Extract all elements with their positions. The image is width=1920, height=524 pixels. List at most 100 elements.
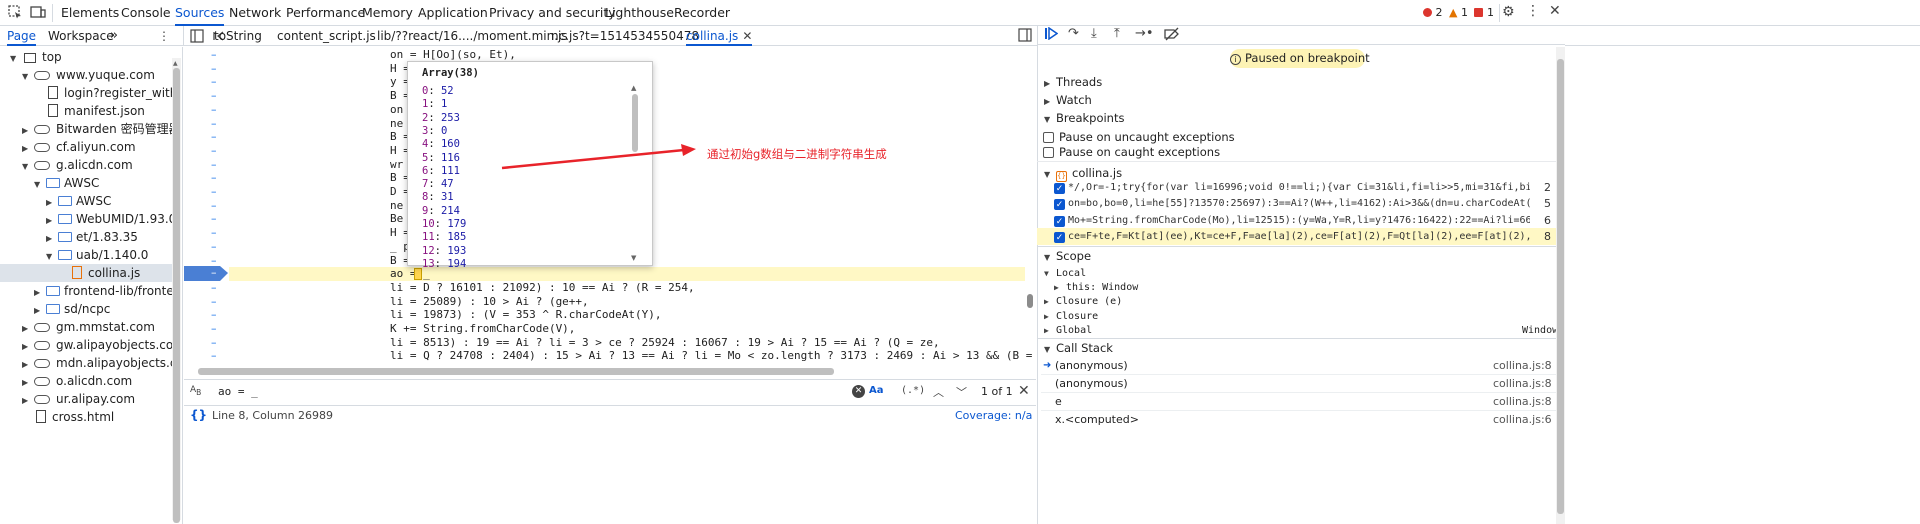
tree-toggle-icon[interactable]: ▶ (22, 122, 34, 138)
tree-toggle-icon[interactable]: ▶ (22, 320, 34, 336)
tree-toggle-icon[interactable]: ▼ (46, 248, 58, 264)
tab-console[interactable]: Console (121, 0, 171, 26)
call-frame[interactable]: e collina.js:8 (1041, 393, 1557, 411)
array-entry[interactable]: 12: 193 (422, 245, 466, 258)
breakpoints-section[interactable]: ▼ Breakpoints (1044, 109, 1124, 127)
breakpoint-marker[interactable]: – (184, 266, 228, 281)
array-entry[interactable]: 5: 116 (422, 152, 460, 165)
step-over-icon[interactable]: ↷ (1068, 26, 1079, 41)
tree-item[interactable]: ▼ AWSC (0, 174, 172, 192)
close-tab-icon[interactable]: ✕ (742, 29, 752, 43)
close-search-icon[interactable]: ✕ (1018, 383, 1030, 399)
array-entry[interactable]: 1: 1 (422, 98, 447, 111)
tree-item[interactable]: ▶ cf.aliyun.com (0, 138, 172, 156)
toggle-navigator-icon[interactable] (190, 29, 204, 43)
breakpoint-checkbox[interactable]: ✓ (1054, 199, 1065, 211)
call-frame[interactable]: ➜ (anonymous) collina.js:8 (1041, 357, 1557, 375)
tab-lighthouse[interactable]: Lighthouse (605, 0, 674, 26)
tree-item[interactable]: ▼ top (0, 48, 172, 66)
breakpoint-code[interactable]: on=bo,bo=0,li=he[55]?13570:25697):3==Ai?… (1068, 196, 1530, 212)
breakpoint-code[interactable]: Mo+=String.fromCharCode(Mo),li=12515):(y… (1068, 213, 1530, 229)
file-tab[interactable]: nc.js?t=1514534550478 (551, 26, 699, 46)
previous-match-icon[interactable]: ︿ (933, 384, 944, 400)
tree-toggle-icon[interactable]: ▶ (46, 212, 58, 228)
tree-toggle-icon[interactable]: ▶ (34, 302, 46, 318)
deactivate-breakpoints-icon[interactable] (1164, 27, 1180, 41)
navigator-scrollbar[interactable]: ▲ (172, 58, 181, 523)
pause-caught-option[interactable]: Pause on caught exceptions (1043, 143, 1220, 161)
tree-toggle-icon[interactable]: ▶ (46, 230, 58, 246)
replace-toggle-icon[interactable]: AB (190, 385, 201, 397)
scrollbar-thumb[interactable] (1557, 59, 1564, 514)
tree-toggle-icon[interactable]: ▶ (22, 374, 34, 390)
array-entry[interactable]: 9: 214 (422, 205, 460, 218)
tree-item[interactable]: ▼ uab/1.140.0 (0, 246, 172, 264)
checkbox[interactable] (1043, 147, 1054, 158)
tree-item[interactable]: ▶ gm.mmstat.com (0, 318, 172, 336)
array-entry[interactable]: 8: 31 (422, 191, 454, 204)
array-entry[interactable]: 3: 0 (422, 125, 447, 138)
regex-button[interactable]: (.*) (901, 385, 925, 396)
scrollbar-thumb[interactable] (1027, 294, 1033, 308)
tree-item[interactable]: ▶ WebUMID/1.93.0 (0, 210, 172, 228)
tab-application[interactable]: Application (418, 0, 488, 26)
file-tab[interactable]: collina.js ✕ (686, 26, 753, 46)
array-entry[interactable]: 7: 47 (422, 178, 454, 191)
array-entry[interactable]: 11: 185 (422, 231, 466, 244)
settings-gear-icon[interactable]: ⚙ (1502, 4, 1515, 20)
next-match-icon[interactable]: ﹀ (956, 384, 967, 400)
resume-icon[interactable] (1044, 26, 1059, 41)
call-frame[interactable]: (anonymous) collina.js:8 (1041, 375, 1557, 393)
array-entry[interactable]: 10: 179 (422, 218, 466, 231)
file-tab[interactable]: toString (214, 26, 262, 46)
tab-network[interactable]: Network (229, 0, 281, 26)
scope-section[interactable]: ▼ Scope (1044, 247, 1091, 265)
tree-toggle-icon[interactable]: ▶ (22, 338, 34, 354)
array-entry[interactable]: 6: 111 (422, 165, 460, 178)
close-devtools-icon[interactable]: ✕ (1549, 3, 1561, 19)
breakpoint-code[interactable]: */,Or=-1;try{for(var li=16996;void 0!==l… (1068, 180, 1530, 196)
tree-item[interactable]: cross.html (0, 408, 172, 426)
tree-item[interactable]: collina.js (0, 264, 172, 282)
horizontal-scrollbar[interactable] (198, 368, 834, 375)
tab-performance[interactable]: Performance (286, 0, 365, 26)
tab-memory[interactable]: Memory (362, 0, 413, 26)
sidebar-scrollbar[interactable] (1556, 47, 1565, 524)
checkbox[interactable] (1043, 132, 1054, 143)
tab-privacy-and-security[interactable]: Privacy and security (489, 0, 616, 26)
array-entry[interactable]: 2: 253 (422, 112, 460, 125)
breakpoint-checkbox[interactable]: ✓ (1054, 183, 1065, 194)
callstack-section[interactable]: ▼ Call Stack (1044, 339, 1113, 357)
tree-item[interactable]: ▶ Bitwarden 密码管理器 (0, 120, 172, 138)
coverage-link[interactable]: Coverage: n/a (955, 409, 1032, 422)
step-into-icon[interactable]: ⤓ (1091, 26, 1097, 41)
scroll-down-icon[interactable]: ▼ (631, 254, 636, 262)
step-icon[interactable]: →• (1135, 26, 1154, 41)
tree-item[interactable]: ▶ et/1.83.35 (0, 228, 172, 246)
tab-sources[interactable]: Sources (175, 0, 225, 26)
tree-toggle-icon[interactable]: ▶ (22, 392, 34, 408)
step-out-icon[interactable]: ⤒ (1114, 26, 1120, 41)
tab-page[interactable]: Page (7, 26, 37, 46)
scroll-up-icon[interactable]: ▲ (631, 84, 636, 92)
tree-toggle-icon[interactable]: ▶ (34, 284, 46, 300)
tree-toggle-icon[interactable]: ▼ (22, 158, 34, 174)
breakpoint-code[interactable]: ce=F+te,F=Kt[at](ee),Kt=ce+F,F=ae[la](2)… (1068, 229, 1530, 245)
tree-item[interactable]: ▼ g.alicdn.com (0, 156, 172, 174)
tree-toggle-icon[interactable]: ▼ (34, 176, 46, 192)
clear-search-icon[interactable]: ✕ (852, 385, 865, 398)
issue-counters[interactable]: 2 ▲ 1 1 (1423, 6, 1494, 20)
file-tab[interactable]: content_script.js (277, 26, 376, 46)
tree-toggle-icon[interactable]: ▶ (46, 194, 58, 210)
tab-recorder[interactable]: Recorder (674, 0, 730, 26)
tree-item[interactable]: ▼ www.yuque.com (0, 66, 172, 84)
watch-section[interactable]: ▶ Watch (1044, 91, 1092, 109)
device-toolbar-icon[interactable] (30, 5, 46, 19)
call-frame[interactable]: x.<computed> collina.js:6 (1041, 411, 1557, 429)
array-entry[interactable]: 13: 194 (422, 258, 466, 271)
tree-item[interactable]: ▶ o.alicdn.com (0, 372, 172, 390)
file-tab[interactable]: lib/??react/16..../moment.min.js (377, 26, 568, 46)
tree-toggle-icon[interactable]: ▶ (22, 140, 34, 156)
tree-toggle-icon[interactable]: ▼ (10, 50, 22, 66)
more-options-icon[interactable]: ⋮ (158, 26, 170, 46)
